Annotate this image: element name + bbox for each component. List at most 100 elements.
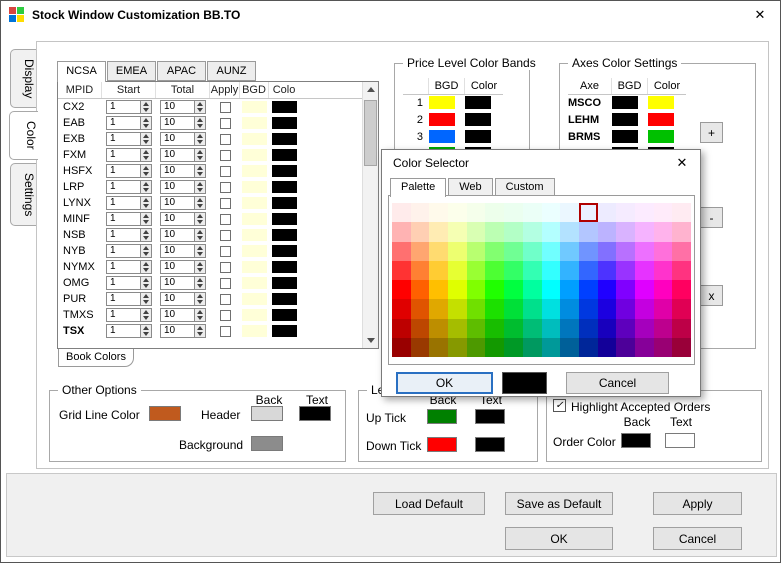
spin-down-icon[interactable]	[141, 331, 151, 337]
palette-cell[interactable]	[560, 222, 579, 241]
palette-cell[interactable]	[579, 222, 598, 241]
bgd-swatch[interactable]	[429, 130, 455, 143]
palette-cell[interactable]	[560, 261, 579, 280]
palette-cell[interactable]	[429, 203, 448, 222]
bgd-swatch[interactable]	[242, 229, 267, 241]
total-spinner[interactable]: 10	[160, 164, 206, 178]
palette-cell[interactable]	[429, 280, 448, 299]
palette-cell[interactable]	[448, 338, 467, 357]
color-swatch[interactable]	[465, 113, 491, 126]
palette-cell[interactable]	[654, 203, 673, 222]
palette-cell[interactable]	[635, 203, 654, 222]
apply-checkbox[interactable]	[220, 230, 231, 241]
close-icon[interactable]: ✕	[748, 5, 772, 25]
palette-cell[interactable]	[542, 203, 561, 222]
bgd-swatch[interactable]	[242, 261, 267, 273]
spin-down-icon[interactable]	[195, 171, 205, 177]
palette-cell[interactable]	[598, 261, 617, 280]
bgd-swatch[interactable]	[242, 277, 267, 289]
color-swatch[interactable]	[272, 197, 297, 209]
palette-cell[interactable]	[672, 203, 691, 222]
start-spinner[interactable]: 1	[106, 260, 152, 274]
apply-checkbox[interactable]	[220, 134, 231, 145]
palette-cell[interactable]	[672, 299, 691, 318]
spin-down-icon[interactable]	[141, 283, 151, 289]
palette-cell[interactable]	[448, 280, 467, 299]
apply-checkbox[interactable]	[220, 310, 231, 321]
palette-cell[interactable]	[542, 222, 561, 241]
highlight-accepted-orders-checkbox[interactable]: ✓	[553, 399, 566, 412]
remove-axis-button[interactable]: -	[700, 207, 723, 228]
palette-cell[interactable]	[616, 319, 635, 338]
palette-cell[interactable]	[467, 319, 486, 338]
header-text-swatch[interactable]	[299, 406, 331, 421]
palette-cell[interactable]	[429, 299, 448, 318]
palette-cell[interactable]	[598, 222, 617, 241]
palette-cell[interactable]	[523, 319, 542, 338]
spin-down-icon[interactable]	[141, 123, 151, 129]
palette-cell[interactable]	[635, 338, 654, 357]
palette-cell[interactable]	[616, 242, 635, 261]
bgd-swatch[interactable]	[242, 181, 267, 193]
palette-cell[interactable]	[392, 280, 411, 299]
color-swatch[interactable]	[272, 133, 297, 145]
apply-checkbox[interactable]	[220, 294, 231, 305]
palette-cell[interactable]	[579, 299, 598, 318]
palette-cell[interactable]	[579, 203, 598, 222]
side-tab-color[interactable]: Color	[9, 111, 38, 160]
palette-cell[interactable]	[635, 319, 654, 338]
tab-book-colors[interactable]: Book Colors	[58, 349, 134, 367]
total-spinner[interactable]: 10	[160, 228, 206, 242]
bgd-swatch[interactable]	[612, 130, 638, 143]
ok-button[interactable]: OK	[505, 527, 613, 550]
palette-cell[interactable]	[523, 261, 542, 280]
palette-cell[interactable]	[392, 299, 411, 318]
bgd-swatch[interactable]	[242, 213, 267, 225]
total-spinner[interactable]: 10	[160, 276, 206, 290]
spin-down-icon[interactable]	[141, 315, 151, 321]
palette-cell[interactable]	[579, 319, 598, 338]
color-swatch[interactable]	[272, 229, 297, 241]
palette-cell[interactable]	[411, 338, 430, 357]
palette-cell[interactable]	[411, 203, 430, 222]
palette-cell[interactable]	[392, 261, 411, 280]
palette-cell[interactable]	[485, 319, 504, 338]
color-swatch[interactable]	[272, 293, 297, 305]
apply-button[interactable]: Apply	[653, 492, 742, 515]
color-swatch[interactable]	[272, 149, 297, 161]
start-spinner[interactable]: 1	[106, 180, 152, 194]
palette-cell[interactable]	[635, 222, 654, 241]
apply-checkbox[interactable]	[220, 166, 231, 177]
ok-button[interactable]: OK	[396, 372, 493, 394]
total-spinner[interactable]: 10	[160, 116, 206, 130]
color-swatch[interactable]	[272, 101, 297, 113]
color-swatch[interactable]	[272, 245, 297, 257]
color-swatch[interactable]	[465, 96, 491, 109]
palette-cell[interactable]	[467, 203, 486, 222]
total-spinner[interactable]: 10	[160, 308, 206, 322]
palette-cell[interactable]	[485, 242, 504, 261]
apply-checkbox[interactable]	[220, 182, 231, 193]
spin-down-icon[interactable]	[141, 171, 151, 177]
apply-checkbox[interactable]	[220, 118, 231, 129]
palette-cell[interactable]	[504, 338, 523, 357]
palette-cell[interactable]	[523, 338, 542, 357]
spin-down-icon[interactable]	[195, 283, 205, 289]
bgd-swatch[interactable]	[242, 101, 267, 113]
palette-cell[interactable]	[411, 242, 430, 261]
color-swatch[interactable]	[272, 117, 297, 129]
grid-line-color-swatch[interactable]	[149, 406, 181, 421]
start-spinner[interactable]: 1	[106, 212, 152, 226]
palette-cell[interactable]	[392, 203, 411, 222]
bgd-swatch[interactable]	[242, 325, 267, 337]
bgd-swatch[interactable]	[242, 309, 267, 321]
palette-cell[interactable]	[523, 280, 542, 299]
tab-web[interactable]: Web	[448, 178, 492, 196]
bgd-swatch[interactable]	[242, 245, 267, 257]
apply-checkbox[interactable]	[220, 246, 231, 257]
spin-down-icon[interactable]	[195, 155, 205, 161]
palette-cell[interactable]	[579, 261, 598, 280]
palette-cell[interactable]	[560, 338, 579, 357]
start-spinner[interactable]: 1	[106, 132, 152, 146]
palette-cell[interactable]	[635, 299, 654, 318]
